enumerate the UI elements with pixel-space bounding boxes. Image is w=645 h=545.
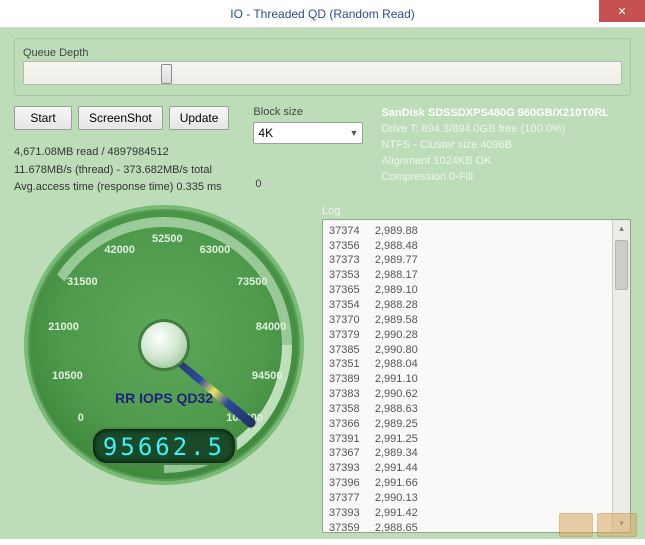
queue-depth-group: Queue Depth: [14, 38, 631, 96]
queue-depth-slider[interactable]: [23, 61, 622, 85]
stat-read: 4,671.08MB read / 4897984512: [14, 144, 229, 162]
chevron-down-icon: ▼: [350, 128, 359, 138]
log-lines: 37374 2,989.88 37356 2,988.48 37373 2,98…: [329, 224, 608, 528]
window-title: IO - Threaded QD (Random Read): [230, 7, 415, 21]
blocksize-select[interactable]: 4K ▼: [253, 122, 363, 144]
watermark: [559, 513, 637, 537]
blocksize-value: 4K: [258, 126, 273, 140]
wm-2: [597, 513, 637, 537]
log-label: Log: [322, 205, 631, 217]
start-button[interactable]: Start: [14, 106, 72, 130]
app-body: Queue Depth Start ScreenShot Update 4,67…: [0, 28, 645, 539]
gauge-title: RR IOPS QD32: [24, 390, 304, 406]
stats-block: 4,671.08MB read / 4897984512 11.678MB/s …: [14, 144, 229, 197]
log-panel: Log 37374 2,989.88 37356 2,988.48 37373 …: [322, 205, 631, 533]
drive-align: Alignment 1024KB OK: [381, 154, 608, 170]
drive-usage: Drive T: 894.3/894.0GB free (100.0%): [381, 122, 608, 138]
lower-row: 0105002100031500420005250063000735008400…: [14, 205, 631, 533]
queue-depth-thumb[interactable]: [161, 64, 172, 84]
stat-avg-access: Avg.access time (response time) 0.335 ms: [14, 179, 229, 197]
log-box: 37374 2,989.88 37356 2,988.48 37373 2,98…: [322, 219, 631, 533]
window-titlebar: IO - Threaded QD (Random Read) ✕: [0, 0, 645, 28]
close-icon: ✕: [617, 5, 626, 18]
scroll-thumb[interactable]: [615, 240, 628, 290]
drive-fs: NTFS - Cluster size 4096B: [381, 138, 608, 154]
wm-1: [559, 513, 593, 537]
gauge-panel: 0105002100031500420005250063000735008400…: [14, 205, 314, 533]
drive-model: SanDisk SDSSDXPS480G 960GB/X210T0RL: [381, 106, 608, 122]
stat-thread: 11.678MB/s (thread) - 373.682MB/s total: [14, 162, 229, 180]
controls-row: Start ScreenShot Update 4,671.08MB read …: [14, 106, 631, 197]
blocksize-group: Block size 4K ▼ 0: [253, 106, 363, 190]
gauge-hub: [141, 322, 187, 368]
update-button[interactable]: Update: [169, 106, 230, 130]
scroll-up-icon[interactable]: ▴: [613, 220, 630, 238]
screenshot-button[interactable]: ScreenShot: [78, 106, 163, 130]
gauge-readout: 95662.5: [91, 427, 237, 465]
drive-info: SanDisk SDSSDXPS480G 960GB/X210T0RL Driv…: [381, 106, 608, 186]
drive-comp: Compression 0-Fill: [381, 170, 608, 186]
extra-count: 0: [255, 178, 363, 190]
close-button[interactable]: ✕: [599, 0, 645, 22]
gauge-dial: 0105002100031500420005250063000735008400…: [24, 205, 304, 485]
queue-depth-label: Queue Depth: [23, 47, 622, 59]
log-scrollbar[interactable]: ▴ ▾: [612, 220, 630, 532]
blocksize-label: Block size: [253, 106, 363, 118]
